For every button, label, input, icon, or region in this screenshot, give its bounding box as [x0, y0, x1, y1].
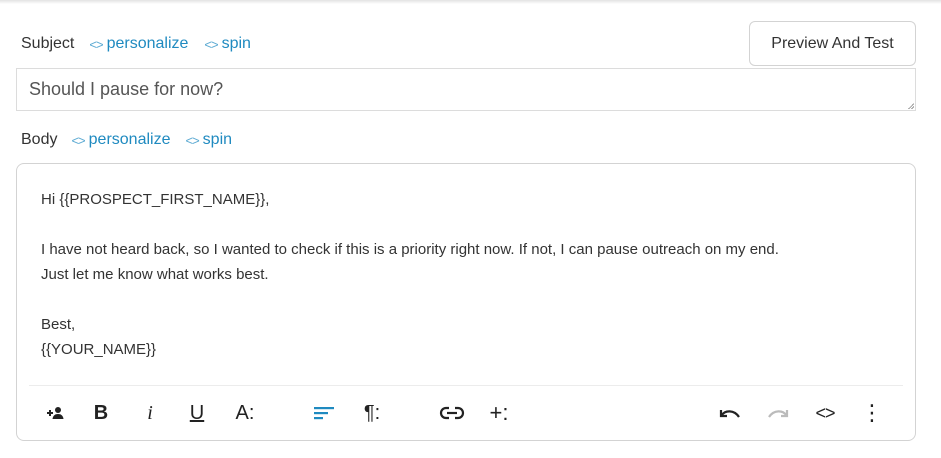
editor-line: I have not heard back, so I wanted to ch… [41, 241, 779, 258]
top-shadow [0, 0, 941, 4]
editor-line [41, 212, 901, 237]
body-spin-label: spin [202, 131, 233, 148]
underline-icon[interactable]: U [186, 400, 208, 426]
subject-personalize-link[interactable]: <> personalize [89, 35, 188, 53]
subject-personalize-label: personalize [106, 35, 189, 52]
code-view-icon[interactable]: <> [811, 400, 839, 426]
paragraph-icon[interactable]: ¶: [359, 400, 385, 426]
code-icon: <> [185, 132, 199, 148]
body-editor[interactable]: Hi {{PROSPECT_FIRST_NAME}}, I have not h… [16, 163, 916, 441]
code-icon: <> [204, 36, 218, 52]
subject-label: Subject [21, 35, 75, 52]
bold-icon[interactable]: B [91, 400, 111, 426]
body-label: Body [21, 131, 58, 148]
font-size-icon[interactable]: A: [233, 400, 257, 426]
italic-icon[interactable]: i [140, 400, 160, 426]
editor-line: {{YOUR_NAME}} [41, 341, 157, 358]
subject-input[interactable]: Should I pause for now? [16, 68, 916, 111]
body-label-row: Body <> personalize <> spin [21, 131, 232, 149]
insert-icon[interactable]: +: [486, 400, 512, 426]
editor-line: Hi {{PROSPECT_FIRST_NAME}}, [41, 191, 270, 208]
subject-label-row: Subject <> personalize <> spin [21, 35, 251, 53]
editor-line: Best, [41, 316, 76, 333]
body-spin-link[interactable]: <> spin [185, 131, 232, 149]
add-person-icon[interactable] [45, 400, 67, 426]
toolbar-divider [29, 385, 903, 386]
align-left-icon[interactable] [313, 400, 335, 426]
subject-value: Should I pause for now? [29, 79, 224, 99]
resize-handle[interactable] [908, 103, 914, 109]
redo-icon[interactable] [766, 400, 790, 426]
link-icon[interactable] [439, 400, 465, 426]
editor-line [41, 287, 901, 312]
editor-content[interactable]: Hi {{PROSPECT_FIRST_NAME}}, I have not h… [41, 187, 901, 362]
more-icon[interactable]: ⋮ [861, 400, 883, 426]
undo-icon[interactable] [718, 400, 742, 426]
preview-and-test-button[interactable]: Preview And Test [749, 21, 916, 66]
subject-spin-link[interactable]: <> spin [204, 35, 251, 53]
subject-spin-label: spin [221, 35, 251, 52]
editor-line: Just let me know what works best. [41, 266, 269, 283]
body-personalize-link[interactable]: <> personalize [71, 131, 170, 149]
code-icon: <> [71, 132, 85, 148]
body-personalize-label: personalize [88, 131, 171, 148]
code-icon: <> [89, 36, 103, 52]
